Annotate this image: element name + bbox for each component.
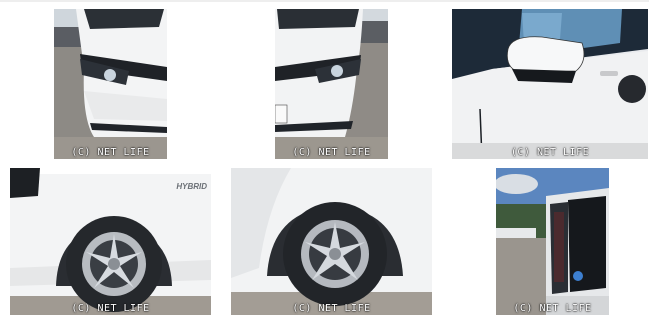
- hybrid-badge: HYBRID: [176, 182, 207, 191]
- watermark: (C) NET LIFE: [71, 147, 150, 158]
- watermark: (C) NET LIFE: [292, 147, 371, 158]
- car-photo-rear[interactable]: (C) NET LIFE: [496, 168, 609, 315]
- car-photo-front-left[interactable]: (C) NET LIFE: [54, 9, 167, 159]
- side-mirror-image: [452, 9, 648, 159]
- watermark: (C) NET LIFE: [292, 303, 371, 314]
- watermark: (C) NET LIFE: [513, 303, 592, 314]
- front-left-bumper-image: [54, 9, 167, 159]
- wheel-hybrid-image: HYBRID: [10, 168, 211, 315]
- car-photo-wheel-front[interactable]: (C) NET LIFE: [231, 168, 432, 315]
- front-right-bumper-image: [275, 9, 388, 159]
- rear-taillight-image: [496, 168, 609, 315]
- top-divider: [0, 0, 649, 2]
- car-photo-side-mirror[interactable]: (C) NET LIFE: [452, 9, 648, 159]
- car-photo-front-right[interactable]: (C) NET LIFE: [275, 9, 388, 159]
- wheel-front-image: [231, 168, 432, 315]
- watermark: (C) NET LIFE: [71, 303, 150, 314]
- watermark: (C) NET LIFE: [510, 147, 590, 158]
- car-photo-wheel-hybrid[interactable]: HYBRID (C) NET LIFE: [10, 168, 211, 315]
